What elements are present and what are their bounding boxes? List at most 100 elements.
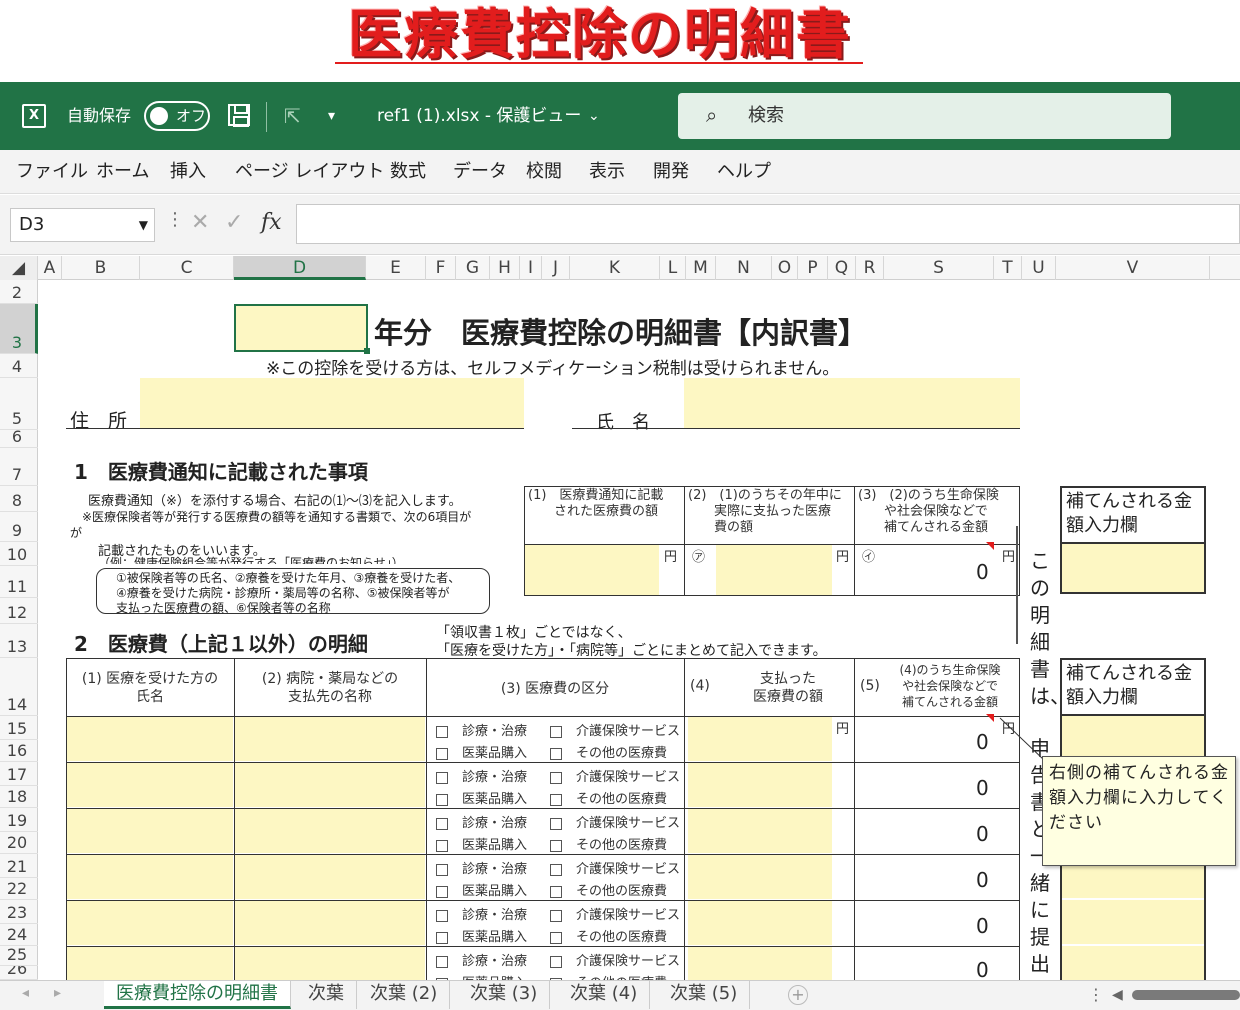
cancel-icon[interactable]: ✕ — [191, 210, 209, 235]
row-header[interactable]: 8 — [0, 486, 38, 512]
amount1-input[interactable] — [525, 545, 659, 595]
checkbox-icon[interactable] — [436, 955, 448, 968]
year-input-cell[interactable] — [234, 304, 368, 352]
row-header-selected[interactable]: 3 — [0, 304, 38, 354]
category-checkbox[interactable]: 診療・治療 — [436, 720, 527, 739]
patient-name-input[interactable] — [67, 855, 233, 899]
row-header[interactable]: 7 — [0, 448, 38, 486]
checkbox-icon[interactable] — [550, 725, 562, 738]
add-sheet-icon[interactable]: + — [788, 985, 808, 1005]
row-header[interactable]: 14 — [0, 658, 38, 716]
comment-indicator-icon[interactable] — [986, 714, 994, 722]
row-header[interactable]: 21 — [0, 854, 38, 878]
row-header[interactable]: 9 — [0, 512, 38, 542]
paid-amount-input[interactable] — [688, 809, 832, 853]
col-header[interactable]: K — [570, 256, 660, 280]
col-header[interactable]: M — [686, 256, 716, 280]
category-checkbox[interactable]: その他の医療費 — [550, 880, 667, 899]
sheet-tab[interactable]: 次葉 (4) — [558, 981, 651, 1009]
row-header[interactable]: 4 — [0, 354, 38, 378]
category-checkbox[interactable]: 診療・治療 — [436, 858, 527, 877]
checkbox-icon[interactable] — [550, 839, 562, 852]
insert-function-button[interactable]: fx — [261, 210, 282, 235]
payee-name-input[interactable] — [235, 763, 425, 807]
col-header[interactable]: J — [542, 256, 570, 280]
sheet-tab[interactable]: 次葉 (2) — [358, 981, 451, 1009]
paid-amount-input[interactable] — [688, 855, 832, 899]
autosave-toggle[interactable]: オフ — [144, 101, 210, 131]
category-checkbox[interactable]: 介護保険サービス — [550, 950, 680, 969]
checkbox-icon[interactable] — [550, 747, 562, 760]
row-header[interactable]: 24 — [0, 924, 38, 946]
col-header[interactable]: O — [772, 256, 798, 280]
chevron-down-icon[interactable]: ▼ — [139, 209, 148, 241]
checkbox-icon[interactable] — [436, 817, 448, 830]
category-checkbox[interactable]: 介護保険サービス — [550, 766, 680, 785]
row-header[interactable]: 15 — [0, 716, 38, 740]
category-checkbox[interactable]: 介護保険サービス — [550, 858, 680, 877]
col-header[interactable]: F — [426, 256, 456, 280]
category-checkbox[interactable]: 介護保険サービス — [550, 904, 680, 923]
checkbox-icon[interactable] — [436, 725, 448, 738]
checkbox-icon[interactable] — [436, 863, 448, 876]
col-header[interactable]: R — [856, 256, 884, 280]
select-all-corner[interactable]: ◢ — [0, 256, 38, 280]
checkbox-icon[interactable] — [550, 771, 562, 784]
enter-icon[interactable]: ✓ — [225, 210, 243, 235]
patient-name-input[interactable] — [67, 717, 233, 761]
category-checkbox[interactable]: 医薬品購入 — [436, 834, 527, 853]
tab-file[interactable]: ファイル — [16, 150, 88, 194]
col-header[interactable]: C — [140, 256, 234, 280]
patient-name-input[interactable] — [67, 763, 233, 807]
col-header[interactable]: B — [62, 256, 140, 280]
supplement-amount-input[interactable] — [1062, 716, 1204, 760]
col-header[interactable]: G — [456, 256, 490, 280]
checkbox-icon[interactable] — [436, 909, 448, 922]
col-header[interactable]: E — [366, 256, 426, 280]
sheet-tab[interactable]: 次葉 — [296, 981, 357, 1009]
checkbox-icon[interactable] — [436, 885, 448, 898]
tab-page-layout[interactable]: ページ レイアウト — [235, 150, 384, 194]
row-header[interactable]: 5 — [0, 378, 38, 430]
save-icon[interactable] — [228, 104, 250, 127]
col-header[interactable]: N — [716, 256, 772, 280]
tab-formulas[interactable]: 数式 — [390, 150, 426, 194]
tab-insert[interactable]: 挿入 — [170, 150, 206, 194]
horizontal-scrollbar[interactable] — [1132, 990, 1240, 1000]
more-options-icon[interactable]: ⋮ — [166, 209, 184, 230]
pointer-icon[interactable]: ⇱ — [284, 82, 301, 150]
checkbox-icon[interactable] — [550, 885, 562, 898]
category-checkbox[interactable]: 医薬品購入 — [436, 742, 527, 761]
tab-review[interactable]: 校閲 — [526, 150, 562, 194]
comment-box[interactable]: 右側の補てんされる金額入力欄に入力してください — [1042, 756, 1236, 866]
category-checkbox[interactable]: 診療・治療 — [436, 812, 527, 831]
row-header[interactable]: 23 — [0, 900, 38, 924]
col-header-selected[interactable]: D — [234, 256, 366, 280]
row-header[interactable]: 19 — [0, 808, 38, 832]
patient-name-input[interactable] — [67, 947, 233, 980]
search-box[interactable]: ⌕ 検索 — [678, 93, 1171, 139]
category-checkbox[interactable]: 介護保険サービス — [550, 812, 680, 831]
category-checkbox[interactable]: その他の医療費 — [550, 926, 667, 945]
checkbox-icon[interactable] — [550, 793, 562, 806]
sheet-tab-active[interactable]: 医療費控除の明細書 — [104, 981, 291, 1009]
category-checkbox[interactable]: その他の医療費 — [550, 834, 667, 853]
checkbox-icon[interactable] — [436, 931, 448, 944]
category-checkbox[interactable]: その他の医療費 — [550, 788, 667, 807]
supplement-amount-input[interactable] — [1062, 946, 1204, 980]
tab-data[interactable]: データ — [453, 150, 507, 194]
row-header[interactable]: 17 — [0, 762, 38, 786]
row-header[interactable]: 12 — [0, 598, 38, 624]
name-input[interactable] — [684, 378, 1020, 428]
col-header[interactable]: I — [520, 256, 542, 280]
payee-name-input[interactable] — [235, 717, 425, 761]
category-checkbox[interactable]: 診療・治療 — [436, 904, 527, 923]
checkbox-icon[interactable] — [550, 909, 562, 922]
checkbox-icon[interactable] — [550, 863, 562, 876]
tab-help[interactable]: ヘルプ — [717, 150, 771, 194]
row-header[interactable]: 11 — [0, 566, 38, 598]
checkbox-icon[interactable] — [550, 817, 562, 830]
sheet-tab[interactable]: 次葉 (3) — [458, 981, 551, 1009]
payee-name-input[interactable] — [235, 947, 425, 980]
amount2-input[interactable] — [716, 545, 832, 595]
